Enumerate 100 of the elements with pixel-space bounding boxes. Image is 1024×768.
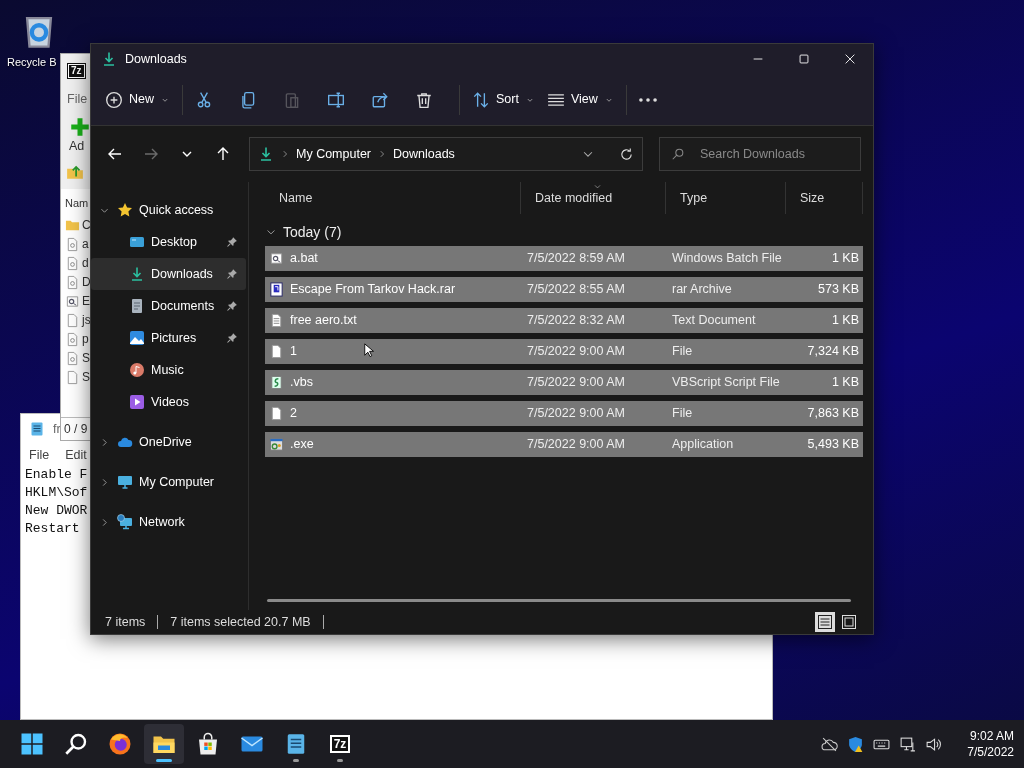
menu-item[interactable]: File (29, 445, 50, 465)
text-line: HKLM\Sof (25, 484, 88, 502)
selection-info: 7 items selected 20.7 MB (170, 613, 311, 631)
clock-time[interactable]: 9:02 AM (967, 728, 1014, 744)
batch-file-icon (269, 251, 284, 266)
file-name: E (82, 293, 90, 311)
menu-item[interactable]: File (61, 79, 88, 109)
file-name: 1 (290, 343, 297, 361)
add-button-label[interactable]: Ad (61, 136, 85, 156)
group-header[interactable]: Today (7) (265, 218, 863, 246)
address-bar[interactable]: My Computer Downloads (249, 137, 643, 171)
file-icon (65, 350, 80, 366)
column-header[interactable]: Type (666, 182, 786, 214)
search-icon (64, 732, 88, 756)
star-icon (117, 202, 133, 218)
refresh-icon[interactable] (619, 146, 634, 162)
script-file-icon (269, 375, 284, 390)
network-icon[interactable] (899, 735, 917, 753)
shield-warning-icon[interactable] (847, 735, 865, 753)
file-name: js (82, 312, 90, 330)
type-cell-text: Application (671, 436, 735, 454)
date-cell-text: 7/5/2022 9:00 AM (526, 343, 626, 361)
file-row[interactable]: a.bat 7/5/2022 8:59 AM Windows Batch File 1 KB (265, 246, 863, 271)
picture-icon (129, 330, 145, 346)
file-icon (269, 406, 284, 421)
download-icon (101, 51, 117, 67)
up-arrow-icon (215, 146, 231, 162)
item-count: 7 items (105, 613, 146, 631)
size-cell-text: 7,324 KB (806, 343, 860, 361)
column-header[interactable]: Nam (65, 189, 89, 216)
text-line: New DWOR (25, 502, 88, 520)
file-icon (65, 312, 80, 328)
nav-item[interactable]: OneDrive (91, 426, 246, 458)
archive-icon (269, 282, 284, 297)
date-cell-text: 7/5/2022 9:00 AM (526, 374, 626, 392)
desktop-icon-label: Recycle B (7, 55, 57, 70)
file-name: S (82, 350, 90, 368)
tiles-view-button[interactable] (839, 612, 859, 632)
column-header[interactable]: Date modified (521, 182, 666, 214)
menu-item[interactable]: Edit (65, 445, 87, 465)
size-cell-text: 573 KB (817, 281, 860, 299)
date-cell-text: 7/5/2022 9:00 AM (526, 405, 626, 423)
file-row[interactable]: 2 7/5/2022 9:00 AM File 7,863 KB (265, 401, 863, 426)
network-icon (117, 514, 133, 530)
breadcrumb[interactable]: My Computer (296, 144, 372, 164)
breadcrumb[interactable]: Downloads (393, 144, 455, 164)
nav-item[interactable]: Quick access (91, 194, 246, 226)
file-row[interactable]: Escape From Tarkov Hack.rar 7/5/2022 8:55 AM rar Archive 573 KB (265, 277, 863, 302)
file-row[interactable]: .exe 7/5/2022 9:00 AM Application 5,493 KB (265, 432, 863, 457)
details-view-button[interactable] (815, 612, 835, 632)
text-file-icon (269, 313, 284, 328)
archiver-button[interactable]: 7z (320, 724, 360, 764)
square-icon (841, 614, 857, 630)
sort-button[interactable]: Sort (466, 82, 541, 117)
plus-icon (105, 90, 123, 109)
pin-icon (226, 332, 238, 344)
text-line: Enable F (25, 466, 88, 484)
search-field[interactable]: Search Downloads (659, 137, 861, 171)
new-button[interactable]: New (99, 82, 176, 117)
more-icon (638, 97, 657, 102)
nav-item[interactable]: Videos (91, 386, 246, 418)
speaker-icon[interactable] (925, 735, 943, 753)
file-row[interactable]: 1 7/5/2022 9:00 AM File 7,324 KB (265, 339, 863, 364)
add-icon[interactable] (70, 116, 90, 137)
file-name: C (82, 217, 90, 235)
text-line: Restart (25, 520, 80, 538)
window-title: Downloads (125, 50, 187, 68)
nav-item[interactable]: Network (91, 506, 246, 538)
size-cell-text: 5,493 KB (806, 436, 860, 454)
nav-item[interactable]: Desktop (91, 226, 246, 258)
clock-date[interactable]: 7/5/2022 (967, 744, 1014, 760)
type-cell-text: File (671, 405, 694, 423)
file-row[interactable]: .vbs 7/5/2022 9:00 AM VBScript Script File 1 KB (265, 370, 863, 395)
column-header[interactable]: Name (265, 182, 521, 214)
windows-logo-icon (20, 732, 44, 756)
file-row[interactable]: free aero.txt 7/5/2022 8:32 AM Text Document 1 KB (265, 308, 863, 333)
view-button[interactable]: View (540, 82, 620, 117)
paste-icon (283, 90, 301, 109)
scissors-icon (195, 90, 213, 109)
date-cell-text: 7/5/2022 9:00 AM (526, 436, 626, 454)
column-header[interactable]: Size (786, 182, 863, 214)
size-cell-text: 1 KB (830, 374, 860, 392)
file-icon (65, 274, 80, 290)
pin-icon (226, 300, 238, 312)
up-folder-icon[interactable] (66, 163, 84, 182)
copy-icon (239, 90, 257, 109)
nav-item[interactable]: Pictures (91, 322, 246, 354)
size-cell-text: 1 KB (830, 250, 860, 268)
browser-icon (108, 732, 132, 756)
nav-item[interactable]: Downloads (91, 258, 246, 290)
type-cell-text: rar Archive (671, 281, 733, 299)
file-name: .vbs (290, 374, 313, 392)
nav-item[interactable]: My Computer (91, 466, 246, 498)
cloud-off-icon[interactable] (821, 735, 839, 753)
scrollbar[interactable] (267, 599, 851, 602)
nav-item[interactable]: Music (91, 354, 246, 386)
file-explorer-button[interactable] (144, 724, 184, 764)
nav-item[interactable]: Documents (91, 290, 246, 322)
document-icon (129, 298, 145, 314)
mouse-pointer-icon (363, 340, 377, 360)
